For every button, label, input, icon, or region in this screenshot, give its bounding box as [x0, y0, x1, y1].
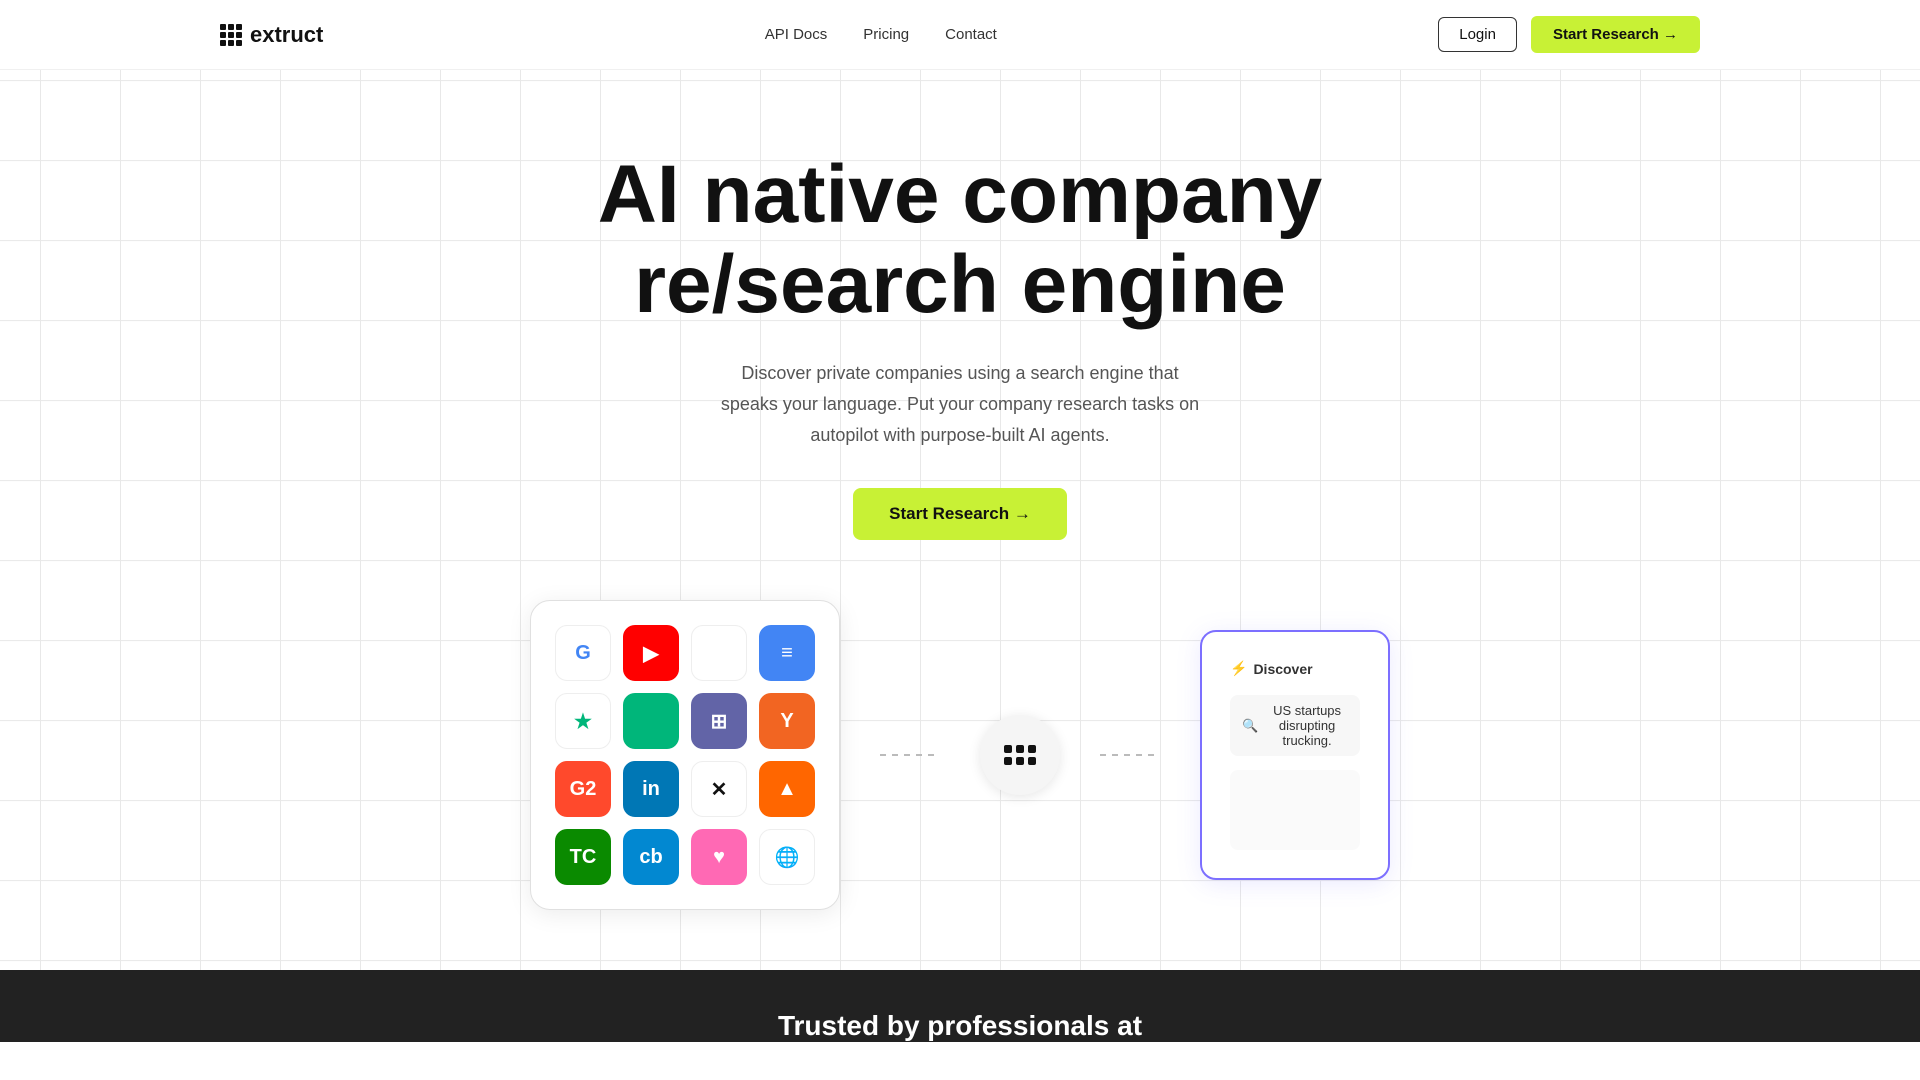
integration-icon-11: ▲	[759, 761, 815, 817]
integration-card: G▶ ≡ ★ ⊞Y G2in✕▲ TCcb♥🌐	[530, 600, 840, 910]
integration-icon-2	[691, 625, 747, 681]
integration-icon-4: ★	[555, 693, 611, 749]
discover-header: ⚡ Discover	[1230, 660, 1360, 677]
integration-icon-9: in	[623, 761, 679, 817]
footer-strip: Trusted by professionals at	[0, 970, 1920, 1042]
hub-grid-icon	[1004, 745, 1036, 765]
discover-card: ⚡ Discover 🔍 US startups disrupting truc…	[1200, 630, 1390, 880]
integration-icon-0: G	[555, 625, 611, 681]
integration-icon-7: Y	[759, 693, 815, 749]
nav-contact[interactable]: Contact	[945, 26, 997, 43]
start-research-button-hero[interactable]: Start Research →	[853, 488, 1067, 540]
trusted-text: Trusted by professionals at	[0, 1010, 1920, 1042]
center-hub	[980, 715, 1060, 795]
nav-actions: Login Start Research →	[1438, 16, 1700, 53]
integration-icon-3: ≡	[759, 625, 815, 681]
search-icon: 🔍	[1242, 718, 1258, 734]
integration-icon-13: cb	[623, 829, 679, 885]
nav-pricing[interactable]: Pricing	[863, 26, 909, 43]
discover-results-area	[1230, 770, 1360, 850]
nav-api-docs[interactable]: API Docs	[765, 26, 828, 43]
demo-illustration: G▶≡★⊞YG2in✕▲TCcb♥🌐 ⚡ Discover 🔍 US start	[530, 600, 1390, 910]
integration-icon-10: ✕	[691, 761, 747, 817]
integration-icon-1: ▶	[623, 625, 679, 681]
navbar: extruct API Docs Pricing Contact Login S…	[0, 0, 1920, 70]
brand-logo[interactable]: extruct	[220, 22, 323, 48]
logo-grid-icon	[220, 24, 242, 46]
discover-search-box: 🔍 US startups disrupting trucking.	[1230, 695, 1360, 756]
right-connector	[1100, 754, 1160, 756]
brand-name: extruct	[250, 22, 323, 48]
discover-title: Discover	[1253, 661, 1312, 677]
nav-links: API Docs Pricing Contact	[765, 26, 997, 44]
hero-subtitle: Discover private companies using a searc…	[720, 358, 1200, 450]
hero-section: AI native company re/search engine Disco…	[0, 70, 1920, 970]
integration-icon-14: ♥	[691, 829, 747, 885]
integration-icon-5	[623, 693, 679, 749]
login-button[interactable]: Login	[1438, 17, 1517, 52]
discover-query-text: US startups disrupting trucking.	[1266, 703, 1348, 748]
integration-icon-6: ⊞	[691, 693, 747, 749]
integration-icon-15: 🌐	[759, 829, 815, 885]
hero-title: AI native company re/search engine	[598, 150, 1323, 330]
start-research-button-nav[interactable]: Start Research →	[1531, 16, 1700, 53]
left-connector	[880, 754, 940, 756]
lightning-icon: ⚡	[1230, 660, 1247, 677]
integration-icon-8: G2	[555, 761, 611, 817]
integration-icon-12: TC	[555, 829, 611, 885]
